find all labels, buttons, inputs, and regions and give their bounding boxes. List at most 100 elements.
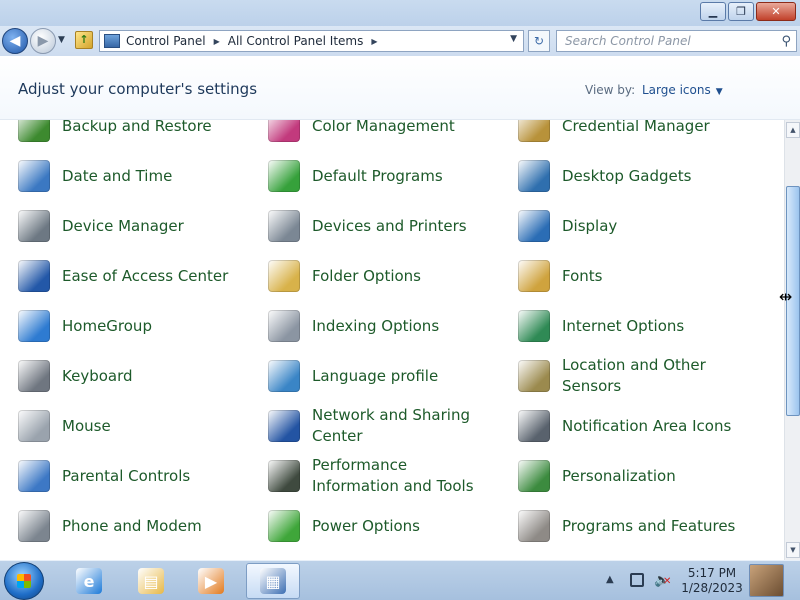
scroll-up-button[interactable]: ▲ — [786, 122, 800, 138]
start-button[interactable] — [4, 562, 44, 600]
control-panel-item-label: Date and Time — [62, 166, 173, 185]
taskbar-button[interactable]: ▦ — [246, 563, 300, 599]
taskbar-button[interactable]: ▶ — [184, 563, 238, 599]
control-panel-item[interactable]: Programs and Features — [518, 503, 742, 549]
control-panel-item[interactable]: Devices and Printers — [268, 203, 492, 249]
search-input[interactable]: Search Control Panel ⚲ — [556, 30, 797, 52]
date-time-icon — [18, 160, 50, 192]
control-panel-item-label: Keyboard — [62, 366, 133, 385]
mouse-cursor-icon: ⇹ — [779, 287, 793, 306]
location-sensors-icon — [518, 360, 550, 392]
up-level-icon[interactable]: ↑ — [75, 31, 93, 49]
forward-button[interactable]: ▶ — [30, 28, 56, 54]
control-panel-item[interactable]: Backup and Restore — [18, 120, 242, 149]
devices-printers-icon — [268, 210, 300, 242]
minimize-button[interactable]: ▁ — [700, 2, 726, 21]
user-picture-thumbnail[interactable] — [749, 564, 784, 597]
control-panel-item[interactable]: Power Options — [268, 503, 492, 549]
control-panel-item[interactable]: Notification Area Icons — [518, 403, 742, 449]
control-panel-item-label: Location and Other Sensors — [562, 356, 706, 395]
power-options-icon — [268, 510, 300, 542]
internet-explorer-icon: e — [76, 568, 102, 594]
view-by-dropdown[interactable]: Large icons ▼ — [642, 83, 723, 97]
back-button[interactable]: ◀ — [2, 28, 28, 54]
personalization-icon — [518, 460, 550, 492]
control-panel-item[interactable]: Language profile — [268, 353, 492, 399]
search-placeholder: Search Control Panel — [565, 34, 691, 48]
programs-features-icon — [518, 510, 550, 542]
control-panel-item-label: Indexing Options — [312, 316, 440, 335]
mute-indicator-icon: ✕ — [663, 576, 672, 587]
breadcrumb-control-panel[interactable]: Control Panel — [126, 34, 206, 48]
control-panel-item[interactable]: Parental Controls — [18, 453, 242, 499]
caption-buttons: ▁ ❐ ✕ — [700, 2, 796, 21]
desktop-gadgets-icon — [518, 160, 550, 192]
control-panel-item[interactable]: Fonts — [518, 253, 742, 299]
control-panel-item[interactable]: Keyboard — [18, 353, 242, 399]
taskbar-button[interactable]: ▤ — [124, 563, 178, 599]
network-icon[interactable] — [630, 573, 644, 587]
control-panel-item-label: Performance Information and Tools — [312, 456, 474, 495]
control-panel-item[interactable]: Ease of Access Center — [18, 253, 242, 299]
breadcrumb-separator-icon[interactable]: ▶ — [371, 37, 377, 46]
taskbar: e ▤ ▶ ▦ ▲ 🔈 ✕ 5:17 PM 1/28/2023 — [0, 560, 800, 600]
control-panel-item[interactable]: Performance Information and Tools — [268, 453, 492, 499]
display-icon — [518, 210, 550, 242]
address-bar[interactable]: Control Panel ▶ All Control Panel Items … — [99, 30, 524, 52]
window-titlebar: ▁ ❐ ✕ — [0, 0, 800, 26]
control-panel-item-label: Personalization — [562, 466, 676, 485]
breadcrumb-separator-icon[interactable]: ▶ — [214, 37, 220, 46]
fonts-icon — [518, 260, 550, 292]
performance-icon — [268, 460, 300, 492]
control-panel-item-label: Network and Sharing Center — [312, 406, 470, 445]
restore-icon: ❐ — [736, 5, 746, 18]
control-panel-item[interactable]: Desktop Gadgets — [518, 153, 742, 199]
show-hidden-icons-icon[interactable]: ▲ — [606, 574, 614, 585]
control-panel-item[interactable]: Location and Other Sensors — [518, 353, 742, 399]
control-panel-item-label: Mouse — [62, 416, 111, 435]
mouse-icon — [18, 410, 50, 442]
clock-time: 5:17 PM — [687, 566, 737, 580]
recent-pages-dropdown[interactable]: ▼ — [58, 35, 65, 45]
refresh-icon: ↻ — [533, 34, 545, 48]
color-management-icon — [268, 120, 300, 142]
control-panel-items: Backup and Restore Color Management Creden… — [0, 120, 784, 560]
control-panel-item-label: Device Manager — [62, 216, 184, 235]
control-panel-item[interactable]: Default Programs — [268, 153, 492, 199]
indexing-options-icon — [268, 310, 300, 342]
refresh-button[interactable]: ↻ — [528, 30, 550, 52]
control-panel-item-label: Backup and Restore — [62, 120, 212, 135]
control-panel-item[interactable]: Date and Time — [18, 153, 242, 199]
control-panel-item[interactable]: Folder Options — [268, 253, 492, 299]
breadcrumb-all-items[interactable]: All Control Panel Items — [228, 34, 364, 48]
search-icon[interactable]: ⚲ — [781, 32, 791, 52]
control-panel-item[interactable]: Personalization — [518, 453, 742, 499]
control-panel-item[interactable]: Device Manager — [18, 203, 242, 249]
address-dropdown-icon[interactable]: ▼ — [510, 34, 517, 44]
windows-explorer-icon: ▤ — [138, 568, 164, 594]
control-panel-item-label: Default Programs — [312, 166, 443, 185]
vertical-scrollbar[interactable]: ▲ ▼ — [784, 120, 800, 560]
control-panel-item[interactable]: Indexing Options — [268, 303, 492, 349]
notification-area-icon — [518, 410, 550, 442]
scroll-down-button[interactable]: ▼ — [786, 542, 800, 558]
control-panel-item[interactable]: Display — [518, 203, 742, 249]
control-panel-item-label: HomeGroup — [62, 316, 152, 335]
page-title: Adjust your computer's settings — [18, 80, 258, 98]
control-panel-item[interactable]: Credential Manager — [518, 120, 742, 149]
control-panel-item-label: Phone and Modem — [62, 516, 202, 535]
control-panel-item[interactable]: HomeGroup — [18, 303, 242, 349]
default-programs-icon — [268, 160, 300, 192]
maximize-button[interactable]: ❐ — [728, 2, 754, 21]
homegroup-icon — [18, 310, 50, 342]
control-panel-item[interactable]: Phone and Modem — [18, 503, 242, 549]
backup-restore-icon — [18, 120, 50, 142]
taskbar-button[interactable]: e — [62, 563, 116, 599]
control-panel-item[interactable]: Network and Sharing Center — [268, 403, 492, 449]
close-button[interactable]: ✕ — [756, 2, 796, 21]
control-panel-item[interactable]: Internet Options — [518, 303, 742, 349]
view-by-value: Large icons — [642, 83, 711, 97]
system-clock[interactable]: 5:17 PM 1/28/2023 — [680, 566, 744, 596]
control-panel-item[interactable]: Color Management — [268, 120, 492, 149]
control-panel-item[interactable]: Mouse — [18, 403, 242, 449]
